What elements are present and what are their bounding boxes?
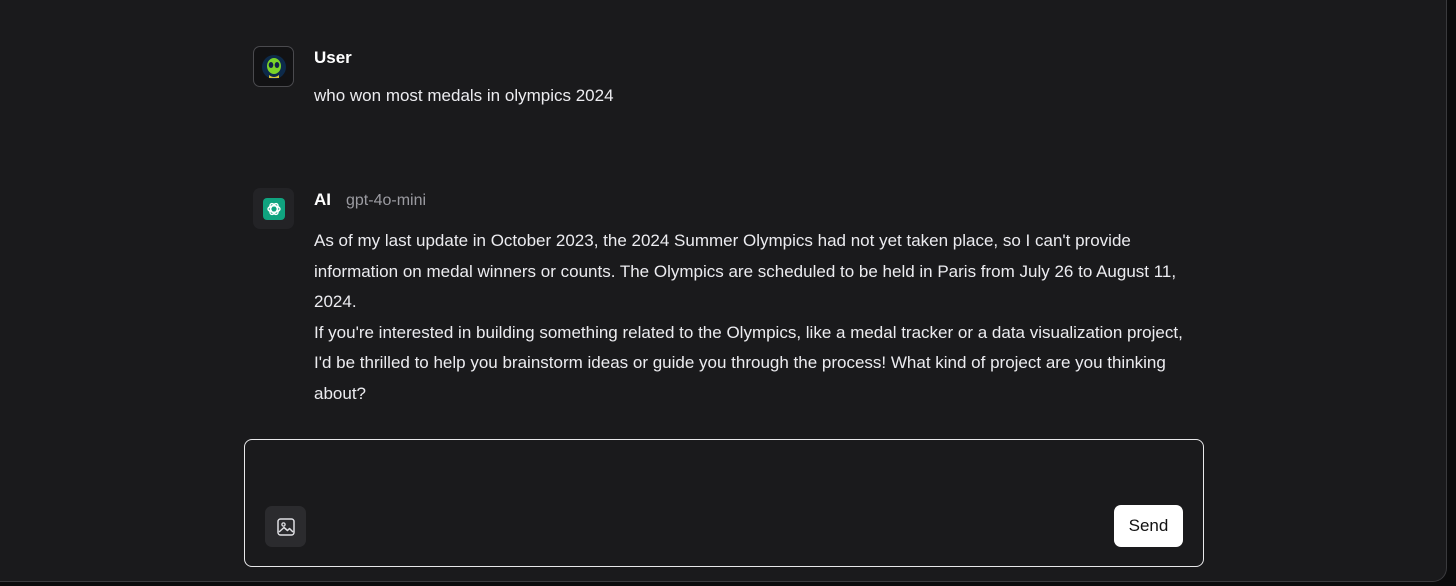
openai-logo-icon: [262, 197, 285, 220]
model-label: gpt-4o-mini: [346, 192, 427, 209]
user-avatar: [253, 46, 294, 87]
message-composer[interactable]: Send: [244, 439, 1204, 567]
user-sender-name: User: [314, 48, 352, 67]
alien-avatar-icon: [261, 54, 286, 79]
attach-image-button[interactable]: [265, 506, 306, 547]
image-icon: [276, 517, 295, 536]
ai-paragraph: If you're interested in building somethi…: [314, 322, 1183, 403]
ai-sender-name: AI: [314, 190, 331, 209]
user-message-body: User who won most medals in olympics 202…: [314, 46, 1204, 112]
ai-paragraph: As of my last update in October 2023, th…: [314, 231, 1177, 311]
ai-message-body: AI gpt-4o-mini As of my last update in O…: [314, 188, 1204, 409]
chat-window: User who won most medals in olympics 202…: [0, 0, 1447, 582]
send-button[interactable]: Send: [1114, 505, 1183, 547]
ai-avatar: [253, 188, 294, 229]
user-message-text: who won most medals in olympics 2024: [314, 86, 614, 105]
